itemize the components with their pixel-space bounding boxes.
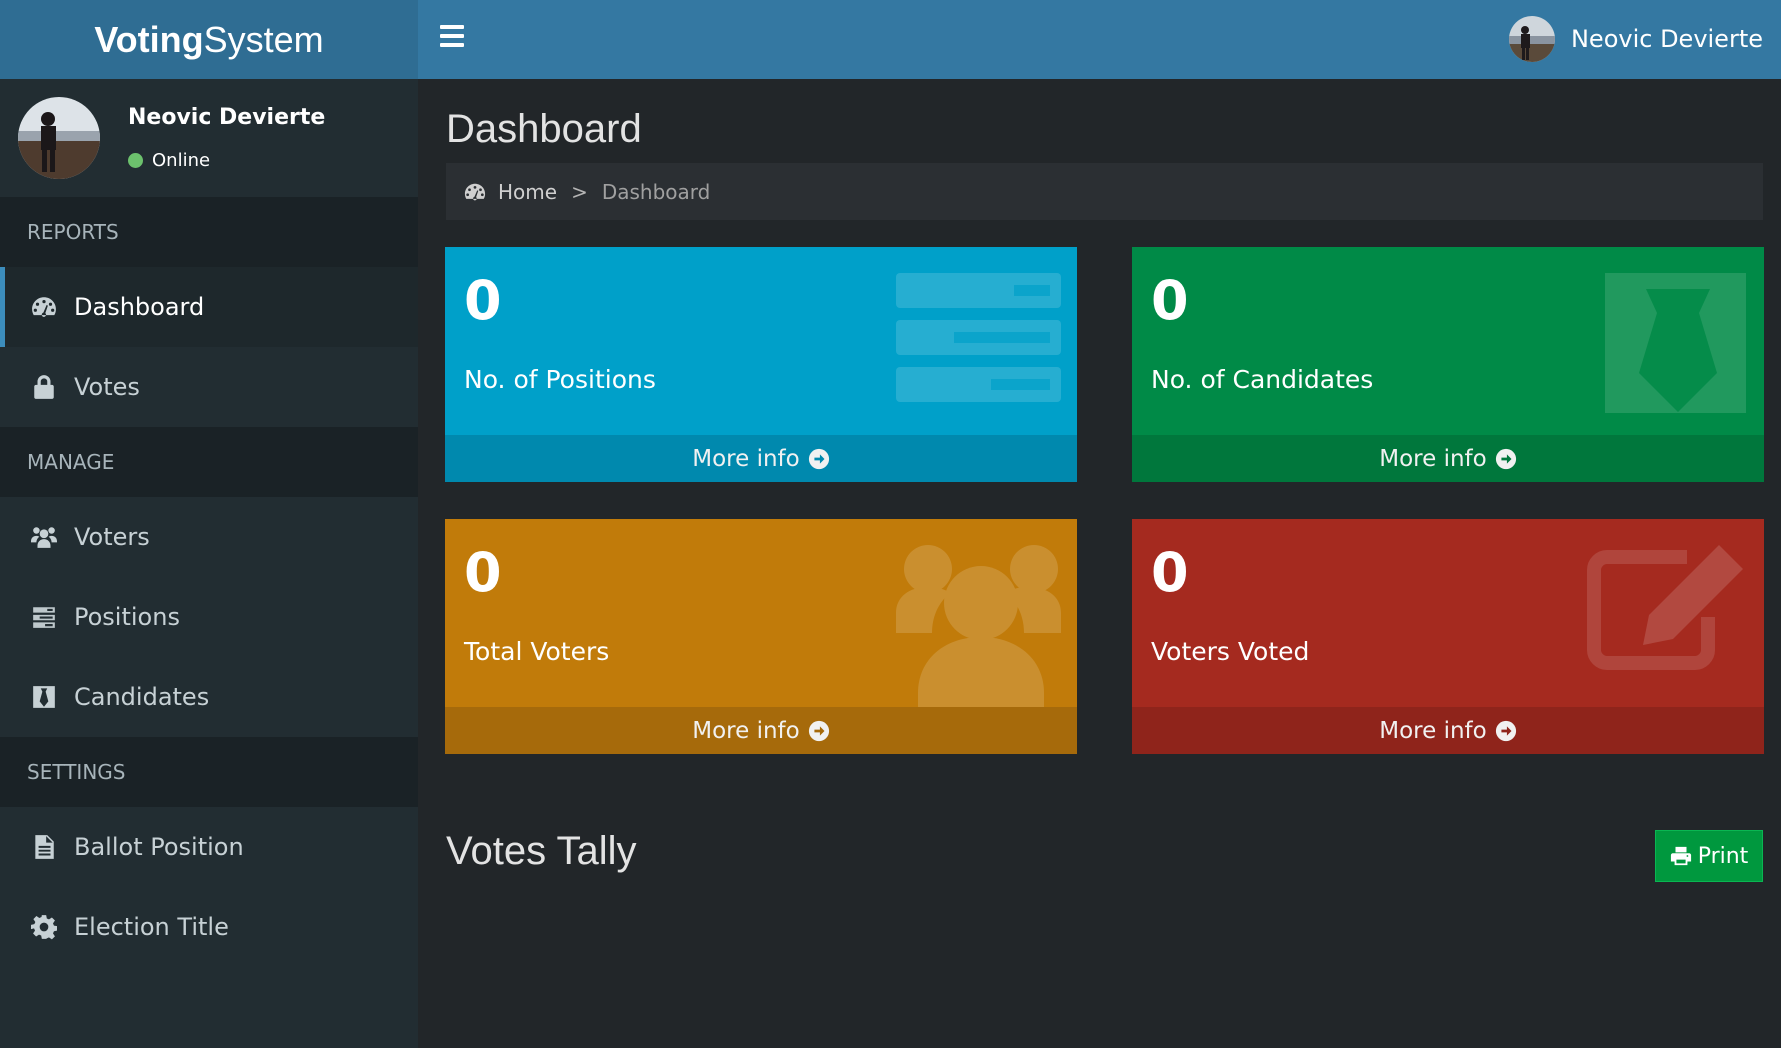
user-status: Online [128,150,210,171]
more-info-label: More info [1379,445,1487,472]
users-icon [896,545,1061,717]
sidebar-item-label: Candidates [74,683,210,711]
top-header: Voting System Neovic Devierte [0,0,1781,79]
print-label: Print [1697,843,1749,869]
page-title: Dashboard [446,107,642,151]
sidebar-item-label: Ballot Position [74,833,244,861]
section-header-reports: REPORTS [0,197,418,267]
sidebar-toggle-button[interactable] [440,18,476,54]
dashboard-icon [30,293,58,321]
more-info-label: More info [692,717,800,744]
cog-icon [30,913,58,941]
sidebar-item-votes[interactable]: Votes [0,347,418,427]
sidebar-item-label: Election Title [74,913,229,941]
dashboard-icon [464,183,486,200]
stat-label: Voters Voted [1151,637,1310,666]
section-header-settings: SETTINGS [0,737,418,807]
sidebar-item-label: Votes [74,373,140,401]
voted-stat-box: 0 Voters Voted More info [1132,519,1764,754]
tie-icon [1583,273,1748,413]
more-info-label: More info [1379,717,1487,744]
app-logo[interactable]: Voting System [0,0,418,79]
main-content: Dashboard Home > Dashboard 0 No. of Posi… [418,79,1781,1048]
tasks-icon [30,603,58,631]
sidebar-item-candidates[interactable]: Candidates [0,657,418,737]
sidebar-item-label: Voters [74,523,150,551]
sidebar-item-dashboard[interactable]: Dashboard [0,267,418,347]
logo-bold-text: Voting [94,18,204,60]
more-info-label: More info [692,445,800,472]
sidebar-item-election-title[interactable]: Election Title [0,887,418,967]
header-user-menu[interactable]: Neovic Devierte [1508,10,1763,68]
more-info-link[interactable]: More info [445,435,1077,482]
breadcrumb-home-link[interactable]: Home [464,180,557,204]
hamburger-icon [440,25,464,29]
user-status-text: Online [152,150,211,171]
file-text-icon [30,833,58,861]
more-info-link[interactable]: More info [445,707,1077,754]
votes-tally-title: Votes Tally [446,829,637,873]
sidebar-user-name: Neovic Devierte [128,105,326,130]
arrow-circle-right-icon [1495,448,1516,469]
sidebar-item-positions[interactable]: Positions [0,577,418,657]
tie-icon [30,683,58,711]
online-dot-icon [128,153,143,168]
user-panel: Neovic Devierte Online [0,79,418,197]
sidebar-item-voters[interactable]: Voters [0,497,418,577]
sidebar-item-label: Dashboard [74,293,205,321]
app: Voting System Neovic Devierte Neovic Dev… [0,0,1781,1048]
voters-stat-box: 0 Total Voters More info [445,519,1077,754]
hamburger-icon-line [440,34,464,38]
stat-label: Total Voters [464,637,610,666]
logo-light-text: System [203,18,324,60]
user-avatar [18,97,100,179]
avatar [1508,16,1555,62]
sidebar-item-ballot-position[interactable]: Ballot Position [0,807,418,887]
stat-value: 0 [464,541,502,604]
stat-value: 0 [1151,269,1189,332]
arrow-circle-right-icon [808,448,829,469]
section-header-manage: MANAGE [0,427,418,497]
arrow-circle-right-icon [1495,720,1516,741]
sidebar: Neovic Devierte Online REPORTS Dashboard… [0,79,418,1048]
breadcrumb-separator: > [571,179,588,204]
stat-label: No. of Candidates [1151,365,1374,394]
positions-stat-box: 0 No. of Positions More info [445,247,1077,482]
breadcrumb-home-label: Home [498,179,558,204]
stat-value: 0 [1151,541,1189,604]
edit-icon [1583,545,1748,685]
breadcrumb-current: Dashboard [601,179,711,204]
hamburger-icon-line [440,43,464,47]
print-icon [1670,846,1691,866]
tasks-icon [896,273,1061,413]
candidates-stat-box: 0 No. of Candidates More info [1132,247,1764,482]
breadcrumb: Home > Dashboard [446,163,1763,220]
lock-icon [30,373,58,401]
users-icon [30,523,58,551]
print-button[interactable]: Print [1655,830,1763,882]
sidebar-item-label: Positions [74,603,180,631]
stat-label: No. of Positions [464,365,656,394]
header-user-name: Neovic Devierte [1570,25,1763,53]
stat-value: 0 [464,269,502,332]
arrow-circle-right-icon [808,720,829,741]
more-info-link[interactable]: More info [1132,707,1764,754]
more-info-link[interactable]: More info [1132,435,1764,482]
